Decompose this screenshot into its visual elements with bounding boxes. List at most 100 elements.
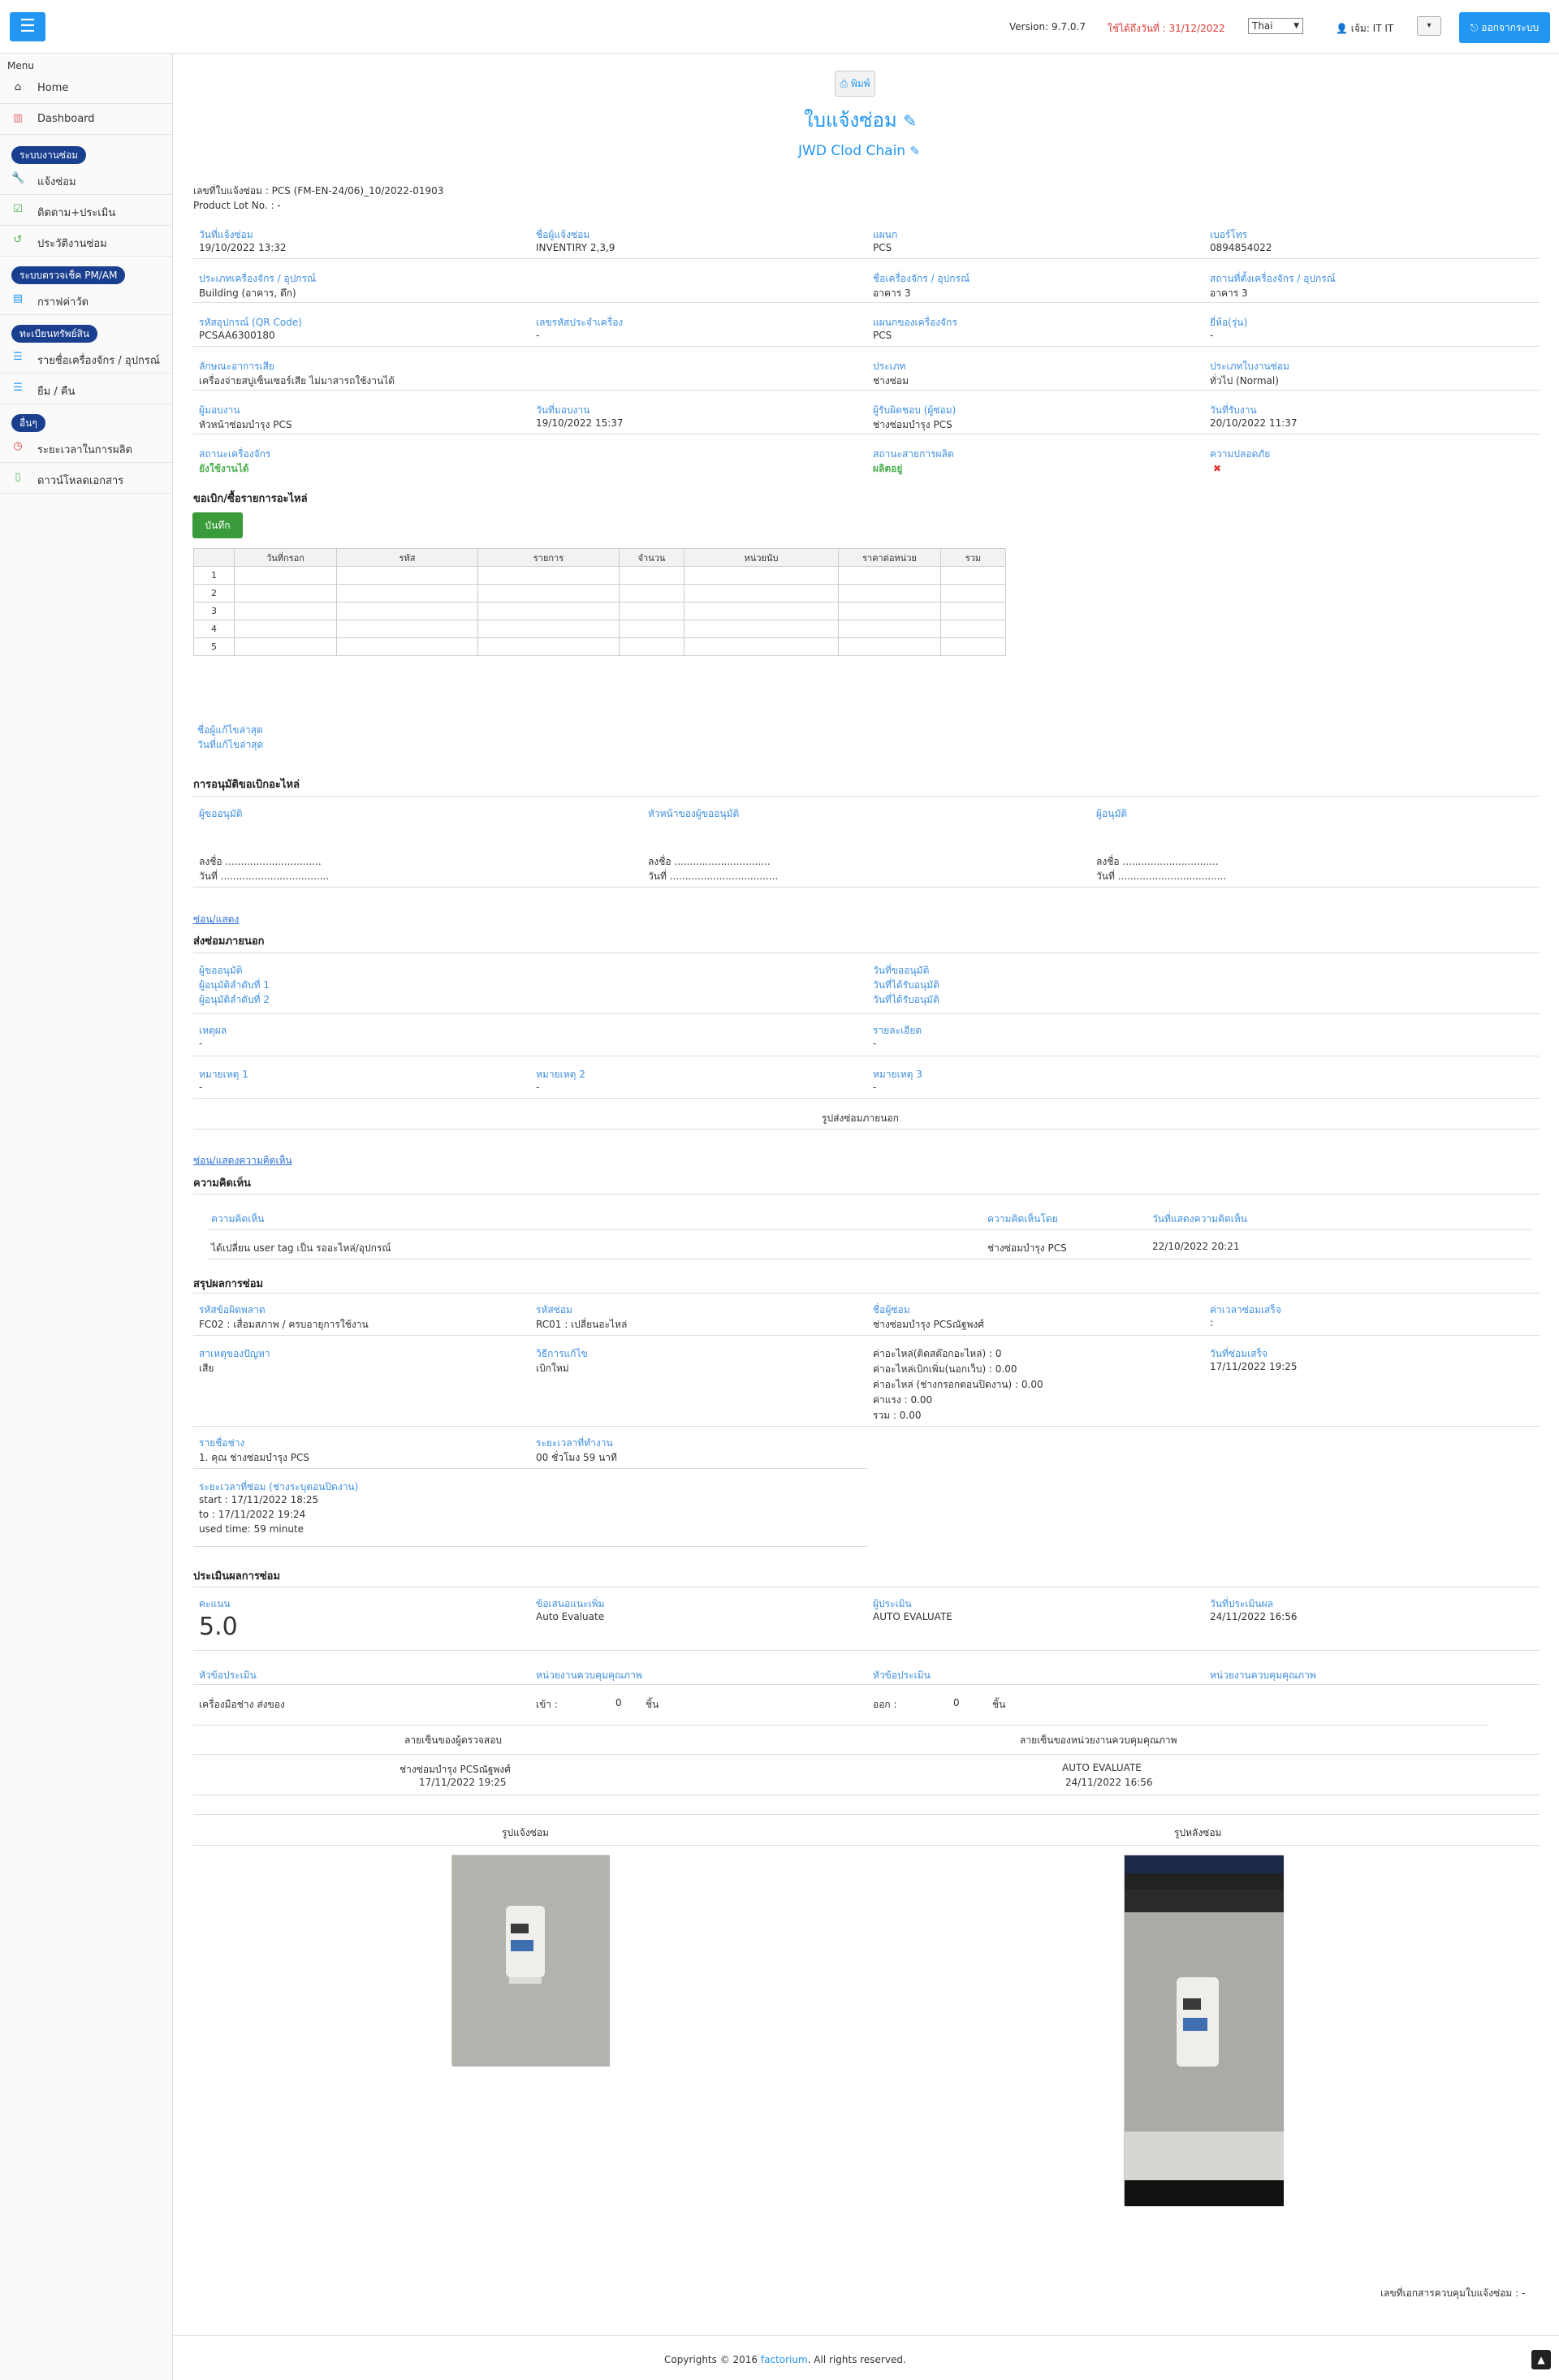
comments-section-title: ความคิดเห็น bbox=[193, 1177, 251, 1190]
date-cell[interactable] bbox=[234, 620, 337, 638]
field-value: - bbox=[873, 1038, 877, 1049]
field-value: อาคาร 3 bbox=[1210, 287, 1248, 299]
field-value: Auto Evaluate bbox=[536, 1611, 605, 1622]
field-value: PCSAA6300180 bbox=[199, 330, 275, 341]
qc-date: 24/11/2022 16:56 bbox=[1065, 1777, 1153, 1788]
copyright: Copyrights © 2016 factorium. All rights … bbox=[664, 2354, 906, 2365]
field-label: ผู้ประเมิน bbox=[873, 1598, 912, 1609]
period-used: used time: 59 minute bbox=[199, 1523, 304, 1535]
date-cell[interactable] bbox=[234, 637, 337, 656]
requester-head-label: หัวหน้าของผู้ขออนุมัติ bbox=[648, 808, 740, 819]
machine-status: ยังใช้งานได้ bbox=[199, 463, 249, 474]
field-value: - bbox=[873, 1082, 877, 1093]
field-label: วันที่รับงาน bbox=[1210, 404, 1257, 416]
col-header: รายการ bbox=[477, 548, 620, 567]
hamburger-icon: ☰ bbox=[19, 16, 36, 37]
cost-line: ค่าอะไหล่เบิกเพิ่ม(นอกเว็บ) : 0.00 bbox=[873, 1363, 1017, 1375]
document-number: เลขที่ใบแจ้งซ่อม : PCS (FM-EN-24/06)_10/… bbox=[193, 185, 444, 197]
field-label: วิธีการแก้ไข bbox=[536, 1348, 588, 1359]
outside-photo-label: รูปส่งซ่อมภายนอก bbox=[822, 1112, 899, 1124]
field-value: 24/11/2022 16:56 bbox=[1210, 1611, 1298, 1622]
field-label: หมายเหตุ 1 bbox=[199, 1069, 248, 1080]
date-line: วันที่ .................................… bbox=[1096, 870, 1227, 882]
sidebar-item-downtime[interactable]: ◷ ระยะเวลาในการผลิต bbox=[0, 432, 172, 463]
date-cell[interactable] bbox=[234, 566, 337, 585]
logout-icon: ⎋ bbox=[1470, 22, 1479, 33]
company-name: JWD Clod Chain ✎ bbox=[798, 143, 921, 159]
field-label: เหตุผล bbox=[199, 1025, 227, 1036]
sidebar-item-follow[interactable]: ☑ ติดตาม+ประเมิน bbox=[0, 195, 172, 226]
in-value: 0 bbox=[615, 1697, 622, 1708]
after-photo[interactable] bbox=[1124, 1855, 1284, 2206]
sidebar-item-graph[interactable]: ▤ กราฟค่าวัด bbox=[0, 284, 172, 315]
print-button[interactable]: ⎙ พิมพ์ bbox=[835, 71, 875, 97]
brand-link[interactable]: factorium bbox=[761, 2354, 808, 2365]
table-row: 4 bbox=[193, 620, 1006, 638]
date-cell[interactable] bbox=[234, 602, 337, 620]
comment-by-header: ความคิดเห็นโดย bbox=[987, 1213, 1058, 1225]
in-unit: ชิ้น bbox=[646, 1699, 659, 1710]
parts-section-title: ขอเบิก/ซื้อรายการอะไหล่ bbox=[193, 493, 308, 505]
col-header: วันที่กรอก bbox=[234, 548, 337, 567]
field-label: ชื่อผู้แจ้งซ่อม bbox=[536, 229, 590, 240]
last-editor-label: ชื่อผู้แก้ไขล่าสุด bbox=[197, 724, 263, 736]
field-label: วันที่ขออนุมัติ bbox=[873, 965, 930, 976]
field-value: ช่างซ่อม bbox=[873, 375, 909, 387]
history-icon: ↺ bbox=[13, 234, 23, 246]
product-lot: Product Lot No. : - bbox=[193, 200, 281, 211]
sidebar-item-dashboard[interactable]: ▥ Dashboard bbox=[0, 104, 172, 135]
field-value: ช่างซ่อมบำรุง PCSณัฐพงศ์ bbox=[873, 1319, 984, 1330]
menu-toggle-button[interactable]: ☰ bbox=[10, 12, 45, 41]
save-button[interactable]: บันทึก bbox=[192, 512, 243, 538]
pencil-icon[interactable]: ✎ bbox=[909, 144, 920, 158]
period-end: to : 17/11/2022 19:24 bbox=[199, 1509, 306, 1520]
field-label: ระยะเวลาที่ซ่อม (ช่างระบุตอนปิดงาน) bbox=[199, 1481, 359, 1492]
page-title: ใบแจ้งซ่อม ✎ bbox=[804, 109, 918, 132]
date-cell[interactable] bbox=[234, 584, 337, 603]
field-value: 0894854022 bbox=[1210, 242, 1272, 253]
table-row: 1 bbox=[193, 566, 1006, 585]
user-menu[interactable]: 👤 เจ้ม: IT IT bbox=[1336, 21, 1393, 37]
comment-header: ความคิดเห็น bbox=[211, 1213, 265, 1225]
field-value: FC02 : เสื่อมสภาพ / ครบอายุการใช้งาน bbox=[199, 1319, 369, 1330]
toggle-comments-link[interactable]: ซ่อน/แสดงความคิดเห็น bbox=[193, 1153, 292, 1168]
sidebar-item-home[interactable]: ⌂ Home bbox=[0, 73, 172, 104]
sidebar-item-borrow[interactable]: ☰ ยืม / คืน bbox=[0, 374, 172, 404]
col-header bbox=[193, 548, 235, 567]
scroll-top-button[interactable]: ▲ bbox=[1531, 2350, 1551, 2369]
toggle-outside-link[interactable]: ซ่อน/แสดง bbox=[193, 912, 239, 927]
graph-icon: ▤ bbox=[12, 292, 24, 305]
date-line: วันที่ .................................… bbox=[648, 870, 779, 882]
field-value: 19/10/2022 13:32 bbox=[199, 242, 287, 253]
field-label: สถานที่ตั้งเครื่องจักร / อุปกรณ์ bbox=[1210, 273, 1336, 284]
qc-header: หน่วยงานควบคุมคุณภาพ bbox=[536, 1669, 642, 1681]
col-header: จำนวน bbox=[619, 548, 684, 567]
sidebar-item-repair-request[interactable]: 🔧 แจ้งซ่อม bbox=[0, 164, 172, 195]
field-label: ค่าเวลาซ่อมเสร็จ bbox=[1210, 1304, 1281, 1315]
field-value: - bbox=[1210, 330, 1214, 341]
col-header: ราคาต่อหน่วย bbox=[838, 548, 941, 567]
field-label: แผนก bbox=[873, 229, 898, 240]
field-value: 19/10/2022 15:37 bbox=[536, 417, 624, 429]
logout-button[interactable]: ⎋ ออกจากระบบ bbox=[1459, 12, 1550, 43]
field-label: ประเภทใบงานซ่อม bbox=[1210, 361, 1289, 372]
sidebar-item-history[interactable]: ↺ ประวัติงานซ่อม bbox=[0, 226, 172, 257]
field-label: วันที่แจ้งซ่อม bbox=[199, 229, 253, 240]
field-value: เบิกใหม่ bbox=[536, 1363, 569, 1374]
field-label: คะแนน bbox=[199, 1598, 231, 1609]
before-photo[interactable] bbox=[451, 1855, 610, 2067]
field-label: เลขรหัสประจำเครื่อง bbox=[536, 317, 624, 328]
pencil-icon[interactable]: ✎ bbox=[903, 111, 917, 131]
language-select[interactable]: Thai ▼ bbox=[1248, 18, 1303, 34]
inspector-date: 17/11/2022 19:25 bbox=[419, 1777, 507, 1788]
table-row: 5 bbox=[193, 637, 1006, 656]
sidebar-item-download[interactable]: ▯ ดาวน์โหลดเอกสาร bbox=[0, 463, 172, 494]
user-dropdown-button[interactable]: ▾ bbox=[1417, 16, 1441, 36]
field-value: เสีย bbox=[199, 1363, 214, 1374]
cost-line: ค่าอะไหล่ (ช่างกรอกตอนปิดงาน) : 0.00 bbox=[873, 1379, 1043, 1390]
field-value: 17/11/2022 19:25 bbox=[1210, 1361, 1298, 1372]
field-value: เครื่องจ่ายสบู่เซ็นเซอร์เสีย ไม่มาสารถใช… bbox=[199, 375, 395, 387]
sidebar-item-machines[interactable]: ☰ รายชื่อเครื่องจักร / อุปกรณ์ bbox=[0, 343, 172, 374]
field-value: - bbox=[536, 1082, 540, 1093]
caret-down-icon: ▾ bbox=[1427, 21, 1432, 30]
